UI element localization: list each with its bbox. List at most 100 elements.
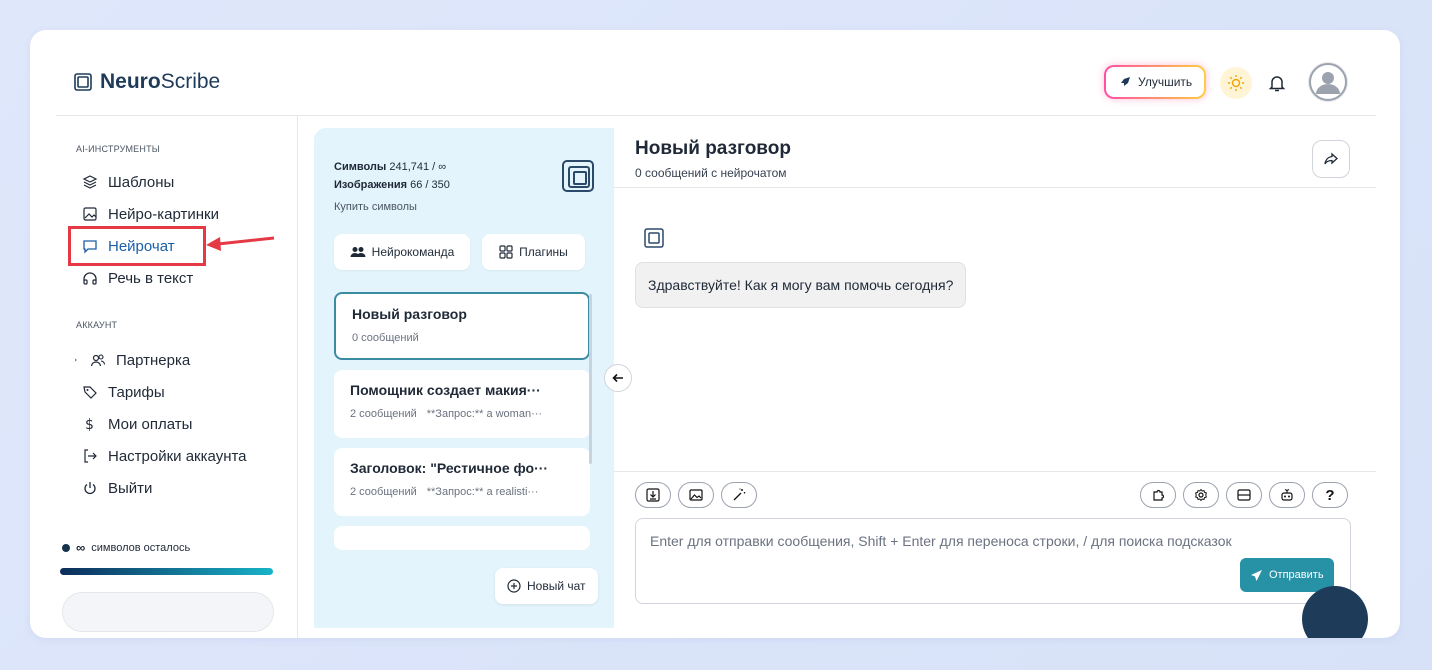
app-window: NeuroScribe Улучшить AI-ИНСТРУМЕНТЫ Шабл… <box>30 30 1400 638</box>
chat-title: Новый разговор <box>635 138 791 159</box>
composer-divider <box>614 471 1376 472</box>
symbols-progress-bar <box>60 568 273 575</box>
sidebar-item-speech-to-text[interactable]: Речь в текст <box>82 266 193 290</box>
settings-button[interactable] <box>1183 482 1219 508</box>
image-icon <box>689 489 703 501</box>
image-icon <box>83 207 97 221</box>
buy-symbols-link[interactable]: Купить символы <box>334 198 450 216</box>
users-icon <box>90 354 106 367</box>
image-button[interactable] <box>678 482 714 508</box>
highlight-box <box>68 226 206 266</box>
sidebar-item-logout[interactable]: Выйти <box>82 476 152 500</box>
dollar-icon: $ <box>85 417 94 432</box>
help-button[interactable]: ? <box>1312 482 1348 508</box>
bot-logo-icon <box>644 228 664 248</box>
chat-title: Новый разговор <box>352 306 467 322</box>
chat-list-item[interactable]: Новый разговор 0 сообщений <box>334 292 590 360</box>
send-label: Отправить <box>1269 569 1324 581</box>
grid-icon <box>499 245 513 259</box>
neuro-team-label: Нейрокоманда <box>371 245 455 259</box>
infinity-symbol: ∞ <box>76 540 86 555</box>
send-button[interactable]: Отправить <box>1240 558 1334 592</box>
images-stat: Изображения 66 / 350 <box>334 179 450 191</box>
avatar[interactable] <box>1308 62 1348 102</box>
chat-subtitle: 0 сообщений с нейрочатом <box>635 166 787 180</box>
sidebar-item-tariffs[interactable]: Тарифы <box>82 380 165 404</box>
chat-title: Заголовок: "Рестичное фо··· <box>350 460 549 476</box>
download-box-icon <box>646 488 660 502</box>
upgrade-button[interactable]: Улучшить <box>1104 65 1206 99</box>
puzzle-icon <box>1153 489 1165 501</box>
upgrade-label: Улучшить <box>1138 75 1193 89</box>
headphones-icon <box>83 272 97 285</box>
plugins-button[interactable]: Плагины <box>482 234 585 270</box>
app-logo[interactable]: NeuroScribe <box>74 70 220 94</box>
symbols-left: ∞ символов осталось <box>62 540 190 555</box>
top-header: NeuroScribe Улучшить <box>30 30 1400 116</box>
tag-icon <box>83 386 97 399</box>
plugins-label: Плагины <box>519 245 568 259</box>
rocket-icon <box>1121 77 1130 86</box>
symbols-stat: Символы 241,741 / ∞ <box>334 161 447 173</box>
chat-meta: 2 сообщений **Запрос:** a realisti··· <box>350 486 539 498</box>
caret-right-icon <box>75 358 77 362</box>
plus-circle-icon <box>507 579 521 593</box>
svg-text:$: $ <box>85 417 94 432</box>
sidebar-item-label: Мои оплаты <box>108 415 193 433</box>
share-button[interactable] <box>1312 140 1350 178</box>
sidebar-item-payments[interactable]: $ Мои оплаты <box>82 412 192 436</box>
plugin-button[interactable] <box>1140 482 1176 508</box>
chat-title: Помощник создает макия··· <box>350 382 541 398</box>
usage-stats: Символы 241,741 / ∞ Изображения 66 / 350… <box>334 158 450 216</box>
chat-area: Новый разговор 0 сообщений с нейрочатом … <box>614 128 1376 638</box>
bot-button[interactable] <box>1269 482 1305 508</box>
scrollbar[interactable] <box>589 294 592 464</box>
bell-icon[interactable] <box>1266 72 1288 94</box>
users-icon <box>350 247 366 257</box>
sidebar-item-label: Выйти <box>108 479 153 497</box>
status-dot <box>62 543 70 552</box>
chat-meta: 0 сообщений <box>352 332 419 344</box>
red-arrow-icon <box>206 236 275 251</box>
theme-toggle[interactable] <box>1220 67 1252 99</box>
logo-icon <box>74 73 92 91</box>
chat-list-item[interactable] <box>334 526 590 550</box>
sidebar-item-label: Партнерка <box>116 351 191 369</box>
sidebar-item-label: Шаблоны <box>108 173 175 191</box>
logo-text: NeuroScribe <box>100 70 221 93</box>
sidebar-item-account-settings[interactable]: Настройки аккаунта <box>82 444 247 468</box>
sidebar-item-neuro-images[interactable]: Нейро-картинки <box>82 202 219 226</box>
assistant-message: Здравствуйте! Как я могу вам помочь сего… <box>635 262 967 308</box>
logo-icon <box>562 160 594 192</box>
sidebar-item-partner[interactable]: Партнерка <box>74 348 190 372</box>
power-icon <box>84 482 96 495</box>
chat-header: Новый разговор 0 сообщений с нейрочатом <box>614 128 1376 188</box>
section-label-account: АККАУНТ <box>76 320 118 330</box>
chat-list-panel: Символы 241,741 / ∞ Изображения 66 / 350… <box>314 128 614 628</box>
logout-arrow-icon <box>84 449 97 463</box>
robot-icon <box>1281 489 1293 501</box>
chat-list-item[interactable]: Помощник создает макия··· 2 сообщений **З… <box>334 370 590 438</box>
panel-icon <box>1237 489 1251 501</box>
sidebar-item-label: Настройки аккаунта <box>108 447 247 465</box>
chat-meta: 2 сообщений **Запрос:** a woman··· <box>350 408 543 420</box>
support-chat-fab[interactable] <box>1302 586 1368 638</box>
new-chat-button[interactable]: Новый чат <box>495 568 598 604</box>
sidebar-item-label: Тарифы <box>108 383 165 401</box>
send-icon <box>1251 569 1262 581</box>
new-chat-label: Новый чат <box>527 579 586 593</box>
sidebar-item-templates[interactable]: Шаблоны <box>82 170 174 194</box>
share-icon <box>1324 152 1338 165</box>
layers-icon <box>82 175 98 189</box>
layout-button[interactable] <box>1226 482 1262 508</box>
sidebar-item-label: Речь в текст <box>108 269 194 287</box>
magic-wand-icon <box>733 488 746 501</box>
chat-list-item[interactable]: Заголовок: "Рестичное фо··· 2 сообщений *… <box>334 448 590 516</box>
section-label-tools: AI-ИНСТРУМЕНТЫ <box>76 144 160 154</box>
neuro-team-button[interactable]: Нейрокоманда <box>334 234 470 270</box>
magic-wand-button[interactable] <box>721 482 757 508</box>
gear-icon <box>1195 488 1207 502</box>
bottom-promo-pill[interactable] <box>62 592 274 632</box>
symbols-left-label: символов осталось <box>91 541 191 554</box>
upload-button[interactable] <box>635 482 671 508</box>
